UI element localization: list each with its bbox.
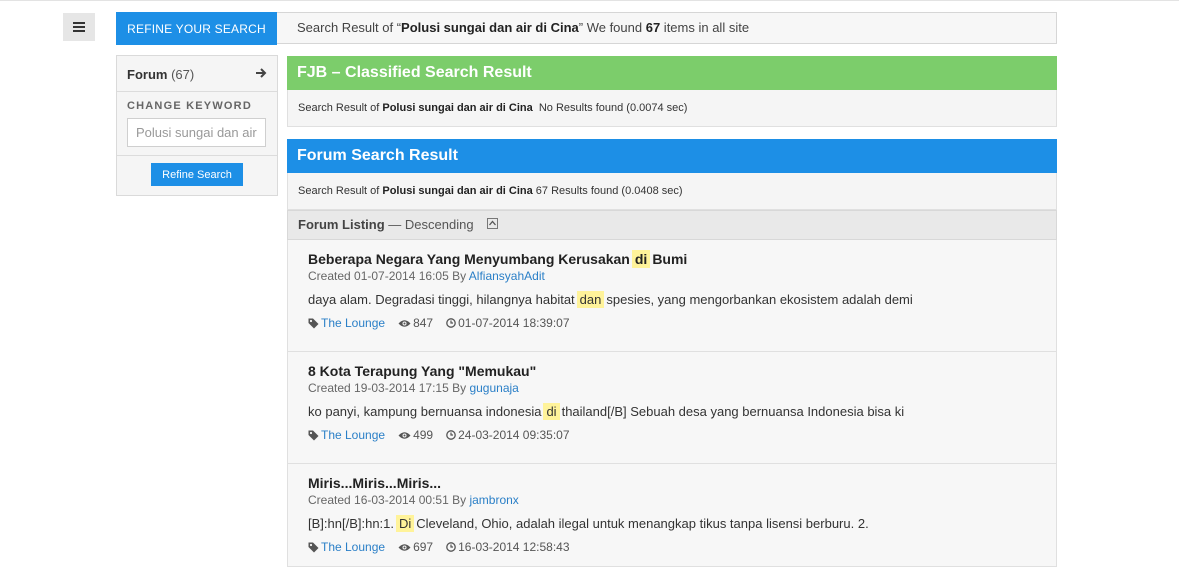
- sidebar-divider: [117, 155, 277, 156]
- author-link[interactable]: gugunaja: [469, 381, 518, 395]
- forum-listing-header: Forum Listing — Descending: [287, 210, 1057, 240]
- summary-prefix: Search Result of “: [297, 20, 402, 35]
- result-meta: Created 16-03-2014 00:51 By jambronx: [308, 493, 519, 507]
- author-link[interactable]: AlfiansyahAdit: [469, 269, 545, 283]
- result-footer: The Lounge 499 24-03-2014 09:35:07: [308, 428, 570, 442]
- snippet-text-after: spesies, yang mengorbankan ekosistem ada…: [606, 292, 913, 307]
- listing-sort-label: — Descending: [388, 217, 474, 232]
- created-text: Created 16-03-2014 00:51 By: [308, 493, 467, 507]
- sort-toggle-icon[interactable]: [487, 218, 499, 230]
- search-summary-text: Search Result of “Polusi sungai dan air …: [297, 13, 749, 43]
- title-text: Miris...Miris...Miris...: [308, 475, 442, 491]
- summary-count: 67: [645, 20, 661, 35]
- forum-label-text: Forum: [127, 67, 168, 82]
- eye-icon: [398, 543, 411, 551]
- sidebar-item-forum[interactable]: Forum (67): [117, 56, 277, 92]
- result-title-link[interactable]: Beberapa Negara Yang Menyumbang Kerusaka…: [308, 250, 688, 268]
- snippet-text-after: Cleveland, Ohio, adalah ilegal untuk men…: [416, 516, 869, 531]
- change-keyword-heading: CHANGE KEYWORD: [127, 100, 252, 112]
- category-link[interactable]: The Lounge: [321, 540, 385, 554]
- eye-icon: [398, 431, 411, 439]
- snippet-text: daya alam. Degradasi tinggi, hilangnya h…: [308, 292, 575, 307]
- keyword-highlight: dan: [576, 291, 605, 308]
- forum-result-count: 67 Results found (0.0408 sec): [535, 185, 683, 197]
- eye-icon: [398, 319, 411, 327]
- clock-icon: [446, 318, 456, 328]
- forum-prefix: Search Result of: [298, 185, 383, 197]
- category-link[interactable]: The Lounge: [321, 316, 385, 330]
- forum-result-summary: Search Result of Polusi sungai dan air d…: [287, 173, 1057, 210]
- fjb-query: Polusi sungai dan air di Cina: [382, 102, 533, 114]
- clock-icon: [446, 542, 456, 552]
- listing-label: Forum Listing: [298, 217, 385, 232]
- arrow-right-icon: [256, 68, 267, 78]
- title-text: 8 Kota Terapung Yang "Memukau": [308, 363, 537, 379]
- refine-search-button[interactable]: Refine Search: [151, 163, 243, 186]
- result-footer: The Lounge 847 01-07-2014 18:39:07: [308, 316, 570, 330]
- list-item: 8 Kota Terapung Yang "Memukau" Created 1…: [287, 352, 1057, 464]
- top-border: [0, 0, 1179, 1]
- list-item: Miris...Miris...Miris... Created 16-03-2…: [287, 464, 1057, 567]
- list-item: Beberapa Negara Yang Menyumbang Kerusaka…: [287, 240, 1057, 352]
- summary-query: Polusi sungai dan air di Cina: [401, 20, 579, 35]
- sidebar-forum-label: Forum (67): [127, 67, 194, 82]
- snippet-text: [B]:hn[/B]:hn:1.: [308, 516, 394, 531]
- tag-icon: [308, 542, 319, 552]
- category-link[interactable]: The Lounge: [321, 428, 385, 442]
- result-snippet: ko panyi, kampung bernuansa indonesia di t…: [308, 403, 905, 420]
- view-count: 847: [413, 316, 434, 330]
- last-post-time: 24-03-2014 09:35:07: [458, 428, 570, 442]
- forum-panel-title: Forum Search Result: [287, 139, 1057, 173]
- refine-your-search-tab[interactable]: REFINE YOUR SEARCH: [116, 12, 277, 45]
- view-count: 499: [413, 428, 434, 442]
- keyword-highlight: Di: [396, 515, 415, 532]
- result-meta: Created 01-07-2014 16:05 By AlfiansyahAd…: [308, 269, 545, 283]
- author-link[interactable]: jambronx: [469, 493, 518, 507]
- forum-query: Polusi sungai dan air di Cina: [382, 185, 533, 197]
- view-count: 697: [413, 540, 434, 554]
- keyword-highlight: di: [543, 403, 560, 420]
- keyword-input[interactable]: [127, 118, 266, 147]
- last-post-time: 01-07-2014 18:39:07: [458, 316, 570, 330]
- created-text: Created 19-03-2014 17:15 By: [308, 381, 467, 395]
- fjb-result-summary: Search Result of Polusi sungai dan air d…: [287, 90, 1057, 127]
- search-summary-bar: REFINE YOUR SEARCH Search Result of “Pol…: [116, 12, 1057, 45]
- fjb-panel-title: FJB – Classified Search Result: [287, 56, 1057, 90]
- hamburger-icon: [73, 22, 85, 32]
- menu-toggle-button[interactable]: [63, 13, 95, 41]
- result-snippet: daya alam. Degradasi tinggi, hilangnya h…: [308, 291, 913, 308]
- result-footer: The Lounge 697 16-03-2014 12:58:43: [308, 540, 570, 554]
- result-meta: Created 19-03-2014 17:15 By gugunaja: [308, 381, 519, 395]
- tag-icon: [308, 430, 319, 440]
- result-title-link[interactable]: Miris...Miris...Miris...: [308, 475, 441, 491]
- created-text: Created 01-07-2014 16:05 By: [308, 269, 467, 283]
- refine-sidebar: Forum (67) CHANGE KEYWORD Refine Search: [116, 55, 278, 196]
- fjb-result-count: No Results found (0.0074 sec): [538, 102, 688, 114]
- result-snippet: [B]:hn[/B]:hn:1. Di Cleveland, Ohio, adala…: [308, 515, 869, 532]
- summary-mid: ” We found: [578, 20, 646, 35]
- title-text-after: Bumi: [652, 251, 688, 267]
- fjb-prefix: Search Result of: [298, 102, 383, 114]
- result-title-link[interactable]: 8 Kota Terapung Yang "Memukau": [308, 363, 536, 379]
- snippet-text-after: thailand[/B] Sebuah desa yang bernuansa …: [561, 404, 905, 419]
- forum-count: (67): [171, 67, 195, 82]
- summary-suffix: items in all site: [660, 20, 750, 35]
- keyword-highlight: di: [631, 250, 651, 268]
- tag-icon: [308, 318, 319, 328]
- last-post-time: 16-03-2014 12:58:43: [458, 540, 570, 554]
- title-text: Beberapa Negara Yang Menyumbang Kerusaka…: [308, 251, 630, 267]
- clock-icon: [446, 430, 456, 440]
- snippet-text: ko panyi, kampung bernuansa indonesia: [308, 404, 542, 419]
